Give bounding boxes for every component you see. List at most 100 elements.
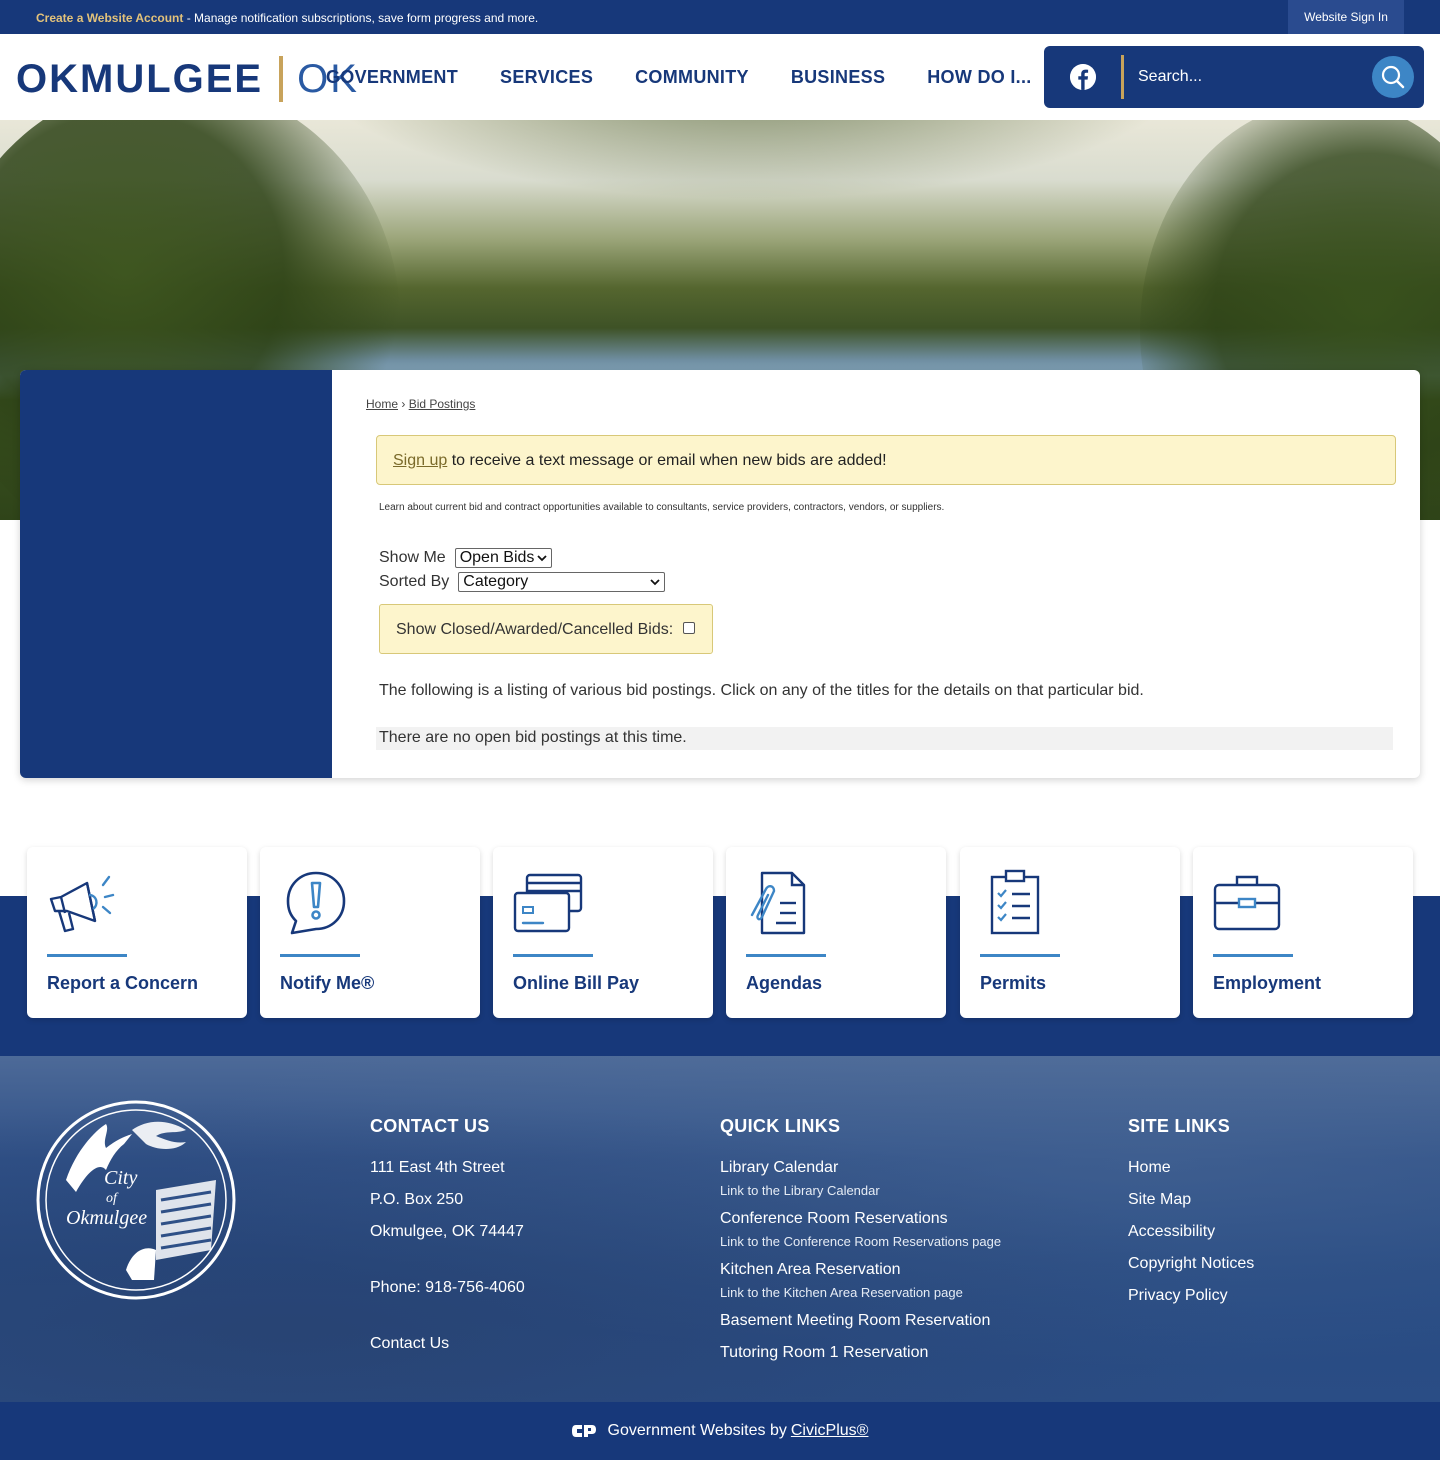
credit-card-icon [513,873,583,933]
top-bar: Create a Website Account - Manage notifi… [0,0,1440,34]
logo-city: OKMULGEE [16,56,264,101]
quick-link-kitchen-area[interactable]: Kitchen Area Reservation [720,1261,901,1279]
nav-business[interactable]: BUSINESS [791,67,885,88]
civicplus-logo-icon [571,1425,596,1437]
search-panel [1044,46,1424,108]
chevron-down-icon [650,579,660,586]
quick-link-tutoring-room[interactable]: Tutoring Room 1 Reservation [720,1344,928,1362]
facebook-icon[interactable] [1070,64,1096,90]
account-message: Create a Website Account - Manage notifi… [36,11,538,25]
contact-us-heading: CONTACT US [370,1116,490,1136]
quick-link-basement-meeting-room[interactable]: Basement Meeting Room Reservation [720,1312,990,1330]
tile-label: Online Bill Pay [513,973,640,993]
seal-text-of: of [106,1191,119,1206]
quick-links-heading: QUICK LINKS [720,1116,841,1136]
sorted-by-select[interactable]: Category [458,572,666,592]
create-account-link[interactable]: Create a Website Account [36,11,183,25]
quick-link-description: Link to the Library Calendar [720,1183,880,1198]
clipboard-checklist-icon [990,869,1040,935]
show-closed-bids-box: Show Closed/Awarded/Cancelled Bids: [379,604,713,654]
contact-us-link[interactable]: Contact Us [370,1335,449,1353]
site-links-heading: SITE LINKS [1128,1116,1231,1136]
content-card: Home › Bid Postings Sign up to receive a… [20,370,1420,778]
breadcrumb: Home › Bid Postings [366,397,475,411]
sorted-by-filter: Sorted By Category [379,572,666,592]
tile-underline [1213,954,1293,957]
government-websites-text: Government Websites by [607,1422,787,1439]
site-link-copyright-notices[interactable]: Copyright Notices [1128,1255,1254,1273]
sign-up-link[interactable]: Sign up [393,452,447,469]
tile-permits[interactable]: Permits [960,847,1180,1018]
tile-notify-me[interactable]: Notify Me® [260,847,480,1018]
nav-community[interactable]: COMMUNITY [635,67,749,88]
contact-phone: Phone: 918-756-4060 [370,1279,525,1296]
contact-street: 111 East 4th Street [370,1159,505,1176]
site-footer: City of Okmulgee CONTACT US 111 East 4th… [0,1056,1440,1402]
tile-underline [47,954,127,957]
footer-quick-links: QUICK LINKS Library Calendar Link to the… [720,1116,1001,1361]
document-clip-icon [750,871,806,935]
sorted-by-label: Sorted By [379,573,450,590]
show-me-select[interactable]: Open Bids [454,548,552,568]
site-logo[interactable]: OKMULGEE OK [16,54,359,104]
site-link-accessibility[interactable]: Accessibility [1128,1223,1215,1241]
quick-link-library-calendar[interactable]: Library Calendar [720,1159,838,1177]
tile-label: Notify Me® [280,973,375,993]
site-link-site-map[interactable]: Site Map [1128,1191,1191,1209]
site-link-privacy-policy[interactable]: Privacy Policy [1128,1287,1228,1305]
logo-divider [279,56,284,102]
tile-report-a-concern[interactable]: Report a Concern [27,847,247,1018]
civicplus-link[interactable]: CivicPlus® [791,1422,869,1440]
show-closed-checkbox[interactable] [683,622,696,634]
sorted-by-value: Category [463,573,529,590]
breadcrumb-separator: › [398,397,409,411]
tile-agendas[interactable]: Agendas [726,847,946,1018]
city-seal-logo[interactable]: City of Okmulgee [36,1100,236,1300]
tile-underline [980,954,1060,957]
search-divider [1121,55,1124,99]
signup-alert: Sign up to receive a text message or ema… [376,435,1396,485]
megaphone-icon [49,875,115,933]
search-button[interactable] [1372,56,1414,98]
nav-government[interactable]: GOVERNMENT [326,67,458,88]
footer-bottom-bar: Government Websites by CivicPlus® [0,1402,1440,1460]
show-closed-label: Show Closed/Awarded/Cancelled Bids: [396,621,674,638]
seal-text-okmulgee: Okmulgee [66,1207,147,1229]
nav-services[interactable]: SERVICES [500,67,593,88]
search-icon [1381,65,1405,89]
tile-underline [513,954,593,957]
contact-po-box: P.O. Box 250 [370,1191,464,1208]
tile-label: Agendas [746,973,823,993]
breadcrumb-home[interactable]: Home [366,397,398,411]
contact-city: Okmulgee, OK 74447 [370,1223,524,1240]
notification-bubble-icon [286,871,346,935]
sidebar [20,370,332,778]
chevron-down-icon [537,555,547,562]
tile-employment[interactable]: Employment [1193,847,1413,1018]
nav-how-do-i[interactable]: HOW DO I... [927,67,1031,88]
website-sign-in-button[interactable]: Website Sign In [1288,0,1404,34]
tile-online-bill-pay[interactable]: Online Bill Pay [493,847,713,1018]
footer-contact-us: CONTACT US 111 East 4th Street P.O. Box … [370,1116,525,1352]
footer-site-links: SITE LINKS Home Site Map Accessibility C… [1128,1116,1254,1304]
account-description: - Manage notification subscriptions, sav… [183,11,539,25]
quick-link-description: Link to the Conference Room Reservations… [720,1234,1002,1249]
quick-link-description: Link to the Kitchen Area Reservation pag… [720,1285,963,1300]
breadcrumb-bid-postings[interactable]: Bid Postings [409,397,476,411]
tile-underline [280,954,360,957]
tile-label: Employment [1213,973,1322,993]
site-header: OKMULGEE OK GOVERNMENT SERVICES COMMUNIT… [0,37,1440,120]
alert-text: to receive a text message or email when … [447,452,887,469]
intro-text: Learn about current bid and contract opp… [379,502,945,513]
site-link-home[interactable]: Home [1128,1159,1171,1177]
hero-foliage-top [300,120,1200,200]
search-input[interactable] [1138,62,1358,92]
no-bids-message: There are no open bid postings at this t… [376,727,1393,750]
tile-underline [746,954,826,957]
main-nav: GOVERNMENT SERVICES COMMUNITY BUSINESS H… [326,67,1074,88]
tile-label: Report a Concern [47,973,199,993]
seal-text-city: City [104,1167,137,1189]
tile-label: Permits [980,973,1047,993]
show-me-filter: Show Me Open Bids [379,548,552,568]
quick-link-conference-room[interactable]: Conference Room Reservations [720,1210,948,1228]
